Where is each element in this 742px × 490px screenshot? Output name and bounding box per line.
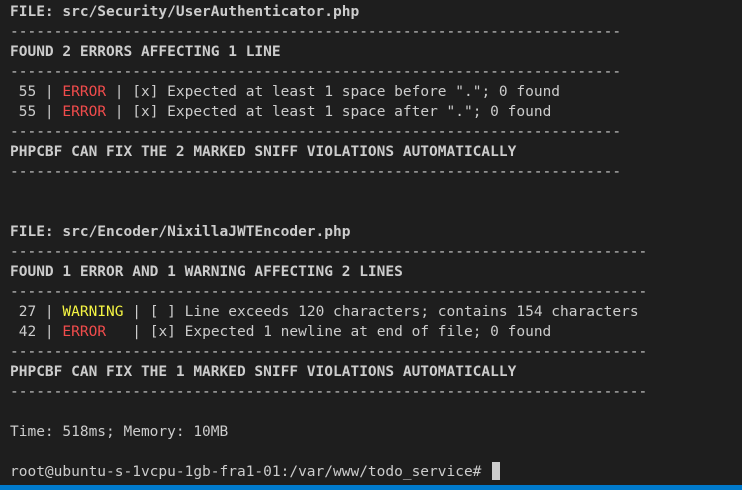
separator: |	[106, 84, 133, 100]
text-cursor[interactable]	[492, 462, 501, 480]
separator: |	[123, 304, 150, 320]
run-stats: Time: 518ms; Memory: 10MB	[10, 424, 229, 440]
divider: ----------------------------------------…	[10, 384, 648, 400]
divider: ----------------------------------------…	[10, 164, 622, 180]
separator: |	[36, 304, 63, 320]
shell-prompt: root@ubuntu-s-1vcpu-1gb-fra1-01:/var/www…	[10, 464, 482, 480]
violation-row: 55 | ERROR | [x] Expected at least 1 spa…	[10, 82, 560, 102]
error-label: ERROR	[62, 324, 124, 340]
file-header: FILE: src/Security/UserAuthenticator.php	[10, 4, 360, 20]
separator: |	[36, 324, 63, 340]
shell-prompt-line[interactable]: root@ubuntu-s-1vcpu-1gb-fra1-01:/var/www…	[10, 462, 501, 482]
fix-note: PHPCBF CAN FIX THE 2 MARKED SNIFF VIOLAT…	[10, 144, 517, 160]
divider: ----------------------------------------…	[10, 244, 648, 260]
line-number: 27	[10, 304, 37, 320]
line-number: 55	[10, 104, 37, 120]
warning-label: WARNING	[62, 304, 124, 320]
separator: |	[36, 104, 63, 120]
file-header: FILE: src/Encoder/NixillaJWTEncoder.php	[10, 224, 351, 240]
violation-message: [x] Expected at least 1 space before "."…	[132, 84, 561, 100]
summary-line: FOUND 2 ERRORS AFFECTING 1 LINE	[10, 44, 281, 60]
violation-message: [x] Expected at least 1 space after ".";…	[132, 104, 552, 120]
violation-message: [ ] Line exceeds 120 characters; contain…	[149, 304, 639, 320]
line-number: 55	[10, 84, 37, 100]
violation-message: [x] Expected 1 newline at end of file; 0…	[149, 324, 552, 340]
separator: |	[106, 104, 133, 120]
violation-row: 27 | WARNING | [ ] Line exceeds 120 char…	[10, 302, 639, 322]
error-label: ERROR	[62, 84, 107, 100]
status-bar	[0, 485, 742, 490]
divider: ----------------------------------------…	[10, 24, 622, 40]
divider: ----------------------------------------…	[10, 64, 622, 80]
fix-note: PHPCBF CAN FIX THE 1 MARKED SNIFF VIOLAT…	[10, 364, 517, 380]
divider: ----------------------------------------…	[10, 284, 648, 300]
separator: |	[36, 84, 63, 100]
error-label: ERROR	[62, 104, 107, 120]
divider: ----------------------------------------…	[10, 344, 648, 360]
line-number: 42	[10, 324, 37, 340]
violation-row: 55 | ERROR | [x] Expected at least 1 spa…	[10, 102, 552, 122]
violation-row: 42 | ERROR | [x] Expected 1 newline at e…	[10, 322, 552, 342]
divider: ----------------------------------------…	[10, 124, 622, 140]
separator: |	[123, 324, 150, 340]
summary-line: FOUND 1 ERROR AND 1 WARNING AFFECTING 2 …	[10, 264, 403, 280]
